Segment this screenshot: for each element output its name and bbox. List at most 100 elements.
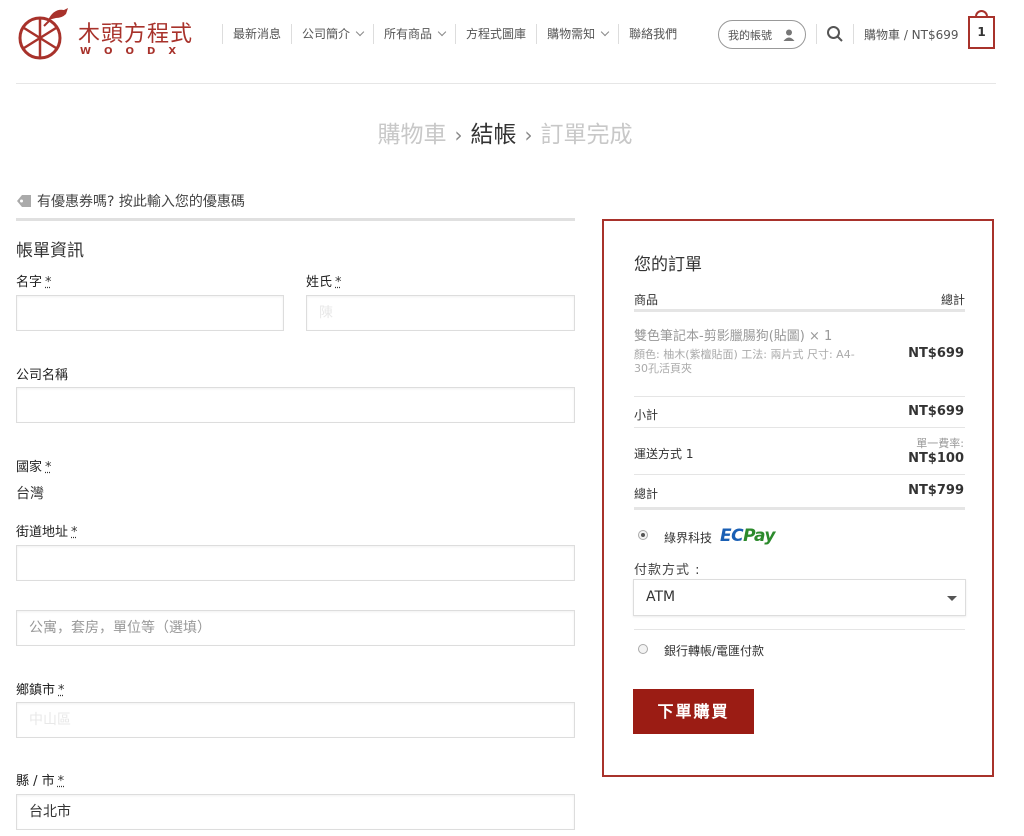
last-name-field[interactable]: 陳 bbox=[306, 295, 575, 331]
my-account-button[interactable]: 我的帳號 bbox=[718, 20, 806, 49]
shipping-value: NT$100 bbox=[908, 451, 964, 466]
payment-ecpay-label[interactable]: 綠界科技 bbox=[664, 529, 712, 546]
main-nav: 最新消息 公司簡介 所有商品 方程式圖庫 購物需知 聯絡我們 bbox=[222, 24, 687, 44]
first-name-label: 名字 * bbox=[16, 271, 52, 290]
chevron-down-icon bbox=[600, 27, 610, 37]
subtotal-label: 小計 bbox=[634, 408, 659, 422]
last-name-label: 姓氏 * bbox=[306, 271, 342, 290]
required-mark: * bbox=[71, 525, 78, 540]
required-mark: * bbox=[45, 460, 52, 475]
payment-bank-transfer-label[interactable]: 銀行轉帳/電匯付款 bbox=[664, 642, 764, 659]
required-mark: * bbox=[45, 275, 52, 290]
chevron-down-icon bbox=[437, 27, 447, 37]
required-mark: * bbox=[58, 683, 65, 698]
site-header: 木頭方程式 WOODX 最新消息 公司簡介 所有商品 方程式圖庫 購物需知 聯絡… bbox=[0, 0, 1024, 70]
nav-item-gallery[interactable]: 方程式圖庫 bbox=[455, 24, 536, 44]
nav-item-products[interactable]: 所有商品 bbox=[373, 24, 455, 44]
place-order-button[interactable]: 下單購買 bbox=[633, 689, 754, 734]
header-divider bbox=[816, 24, 817, 44]
payment-method-label: 付款方式 : bbox=[634, 563, 701, 578]
step-complete: 訂單完成 bbox=[540, 122, 633, 148]
country-value: 台灣 bbox=[16, 486, 44, 502]
ecpay-pay: Pay bbox=[743, 526, 775, 546]
caret-down-icon bbox=[947, 596, 957, 601]
required-mark: * bbox=[335, 275, 342, 290]
nav-label: 購物需知 bbox=[547, 27, 596, 41]
coupon-divider bbox=[16, 218, 575, 221]
brand-name-en[interactable]: WOODX bbox=[80, 46, 189, 57]
total-value: NT$799 bbox=[908, 483, 964, 498]
street-address-2-field[interactable]: 公寓，套房，單位等（選填） bbox=[16, 610, 575, 646]
nav-item-about[interactable]: 公司簡介 bbox=[291, 24, 373, 44]
state-field[interactable]: 台北市 bbox=[16, 794, 575, 830]
street-label: 街道地址 * bbox=[16, 521, 78, 540]
step-cart[interactable]: 購物車 bbox=[378, 122, 447, 148]
account-label: 我的帳號 bbox=[728, 28, 772, 42]
ecpay-logo: ECPay bbox=[720, 526, 775, 546]
checkout-steps: 購物車 › 結帳 › 訂單完成 bbox=[0, 115, 1010, 149]
street-address-field[interactable] bbox=[16, 545, 575, 581]
header-divider-line bbox=[16, 83, 996, 84]
select-value: ATM bbox=[646, 589, 676, 605]
town-label: 鄉鎮市 * bbox=[16, 679, 65, 698]
shipping-note: 單一費率: bbox=[916, 437, 964, 450]
nav-label: 最新消息 bbox=[233, 27, 282, 41]
step-checkout: 結帳 bbox=[470, 122, 517, 148]
nav-item-shopping-guide[interactable]: 購物需知 bbox=[536, 24, 618, 44]
nav-label: 方程式圖庫 bbox=[466, 27, 527, 41]
nav-label: 聯絡我們 bbox=[629, 27, 678, 41]
label-text: 縣 / 市 bbox=[16, 774, 55, 789]
label-text: 國家 bbox=[16, 460, 43, 475]
country-label: 國家 * bbox=[16, 456, 52, 475]
order-title: 您的訂單 bbox=[634, 255, 702, 275]
row-divider bbox=[634, 427, 965, 428]
woodx-logo-icon[interactable] bbox=[14, 4, 74, 64]
subtotal-value: NT$699 bbox=[908, 404, 964, 419]
col-product: 商品 bbox=[634, 293, 659, 307]
header-divider bbox=[853, 24, 854, 44]
step-separator: › bbox=[524, 123, 533, 147]
label-text: 姓氏 bbox=[306, 275, 333, 290]
town-field[interactable]: 中山區 bbox=[16, 702, 575, 738]
order-item-price: NT$699 bbox=[908, 346, 964, 361]
shipping-label: 運送方式 1 bbox=[634, 447, 694, 461]
tag-icon bbox=[17, 195, 31, 207]
col-total: 總計 bbox=[940, 293, 965, 307]
payment-bank-transfer-radio[interactable] bbox=[638, 644, 648, 654]
cart-count-badge[interactable]: 1 bbox=[968, 16, 995, 49]
total-divider bbox=[634, 507, 965, 510]
state-label: 縣 / 市 * bbox=[16, 770, 64, 789]
first-name-field[interactable] bbox=[16, 295, 284, 331]
row-divider bbox=[634, 474, 965, 475]
search-icon[interactable] bbox=[826, 25, 844, 43]
cart-link[interactable]: 購物車 / NT$699 bbox=[864, 26, 959, 43]
brand-name-cn[interactable]: 木頭方程式 bbox=[78, 16, 193, 48]
coupon-toggle[interactable]: 有優惠券嗎? 按此輸入您的優惠碼 bbox=[16, 191, 245, 211]
label-text: 街道地址 bbox=[16, 525, 69, 540]
company-label: 公司名稱 bbox=[16, 368, 69, 383]
nav-label: 公司簡介 bbox=[302, 27, 351, 41]
label-text: 鄉鎮市 bbox=[16, 683, 56, 698]
order-review-box: 您的訂單 商品 總計 雙色筆記本-剪影臘腸狗(貼圖) × 1 顏色: 柚木(紫檀… bbox=[602, 219, 994, 777]
payment-ecpay-radio[interactable] bbox=[638, 530, 648, 540]
company-field[interactable] bbox=[16, 387, 575, 423]
nav-item-contact[interactable]: 聯絡我們 bbox=[618, 24, 687, 44]
order-item-name: 雙色筆記本-剪影臘腸狗(貼圖) × 1 bbox=[634, 329, 833, 344]
required-mark: * bbox=[57, 774, 65, 789]
label-text: 名字 bbox=[16, 275, 43, 290]
billing-title: 帳單資訊 bbox=[16, 241, 84, 261]
payment-method-select[interactable]: ATM bbox=[633, 579, 966, 616]
header-divider bbox=[634, 309, 965, 312]
nav-label: 所有商品 bbox=[384, 27, 433, 41]
coupon-text: 有優惠券嗎? 按此輸入您的優惠碼 bbox=[37, 194, 245, 210]
chevron-down-icon bbox=[355, 27, 365, 37]
order-table-header: 商品 總計 bbox=[634, 291, 965, 308]
order-item-meta: 顏色: 柚木(紫檀貼面) 工法: 兩片式 尺寸: A4-30孔活頁夾 bbox=[634, 348, 855, 375]
payment-divider bbox=[634, 629, 965, 630]
ecpay-ec: EC bbox=[720, 526, 744, 546]
row-divider bbox=[634, 396, 965, 397]
step-separator: › bbox=[454, 123, 463, 147]
nav-item-news[interactable]: 最新消息 bbox=[222, 24, 291, 44]
total-label: 總計 bbox=[634, 487, 659, 501]
user-icon bbox=[783, 29, 795, 41]
